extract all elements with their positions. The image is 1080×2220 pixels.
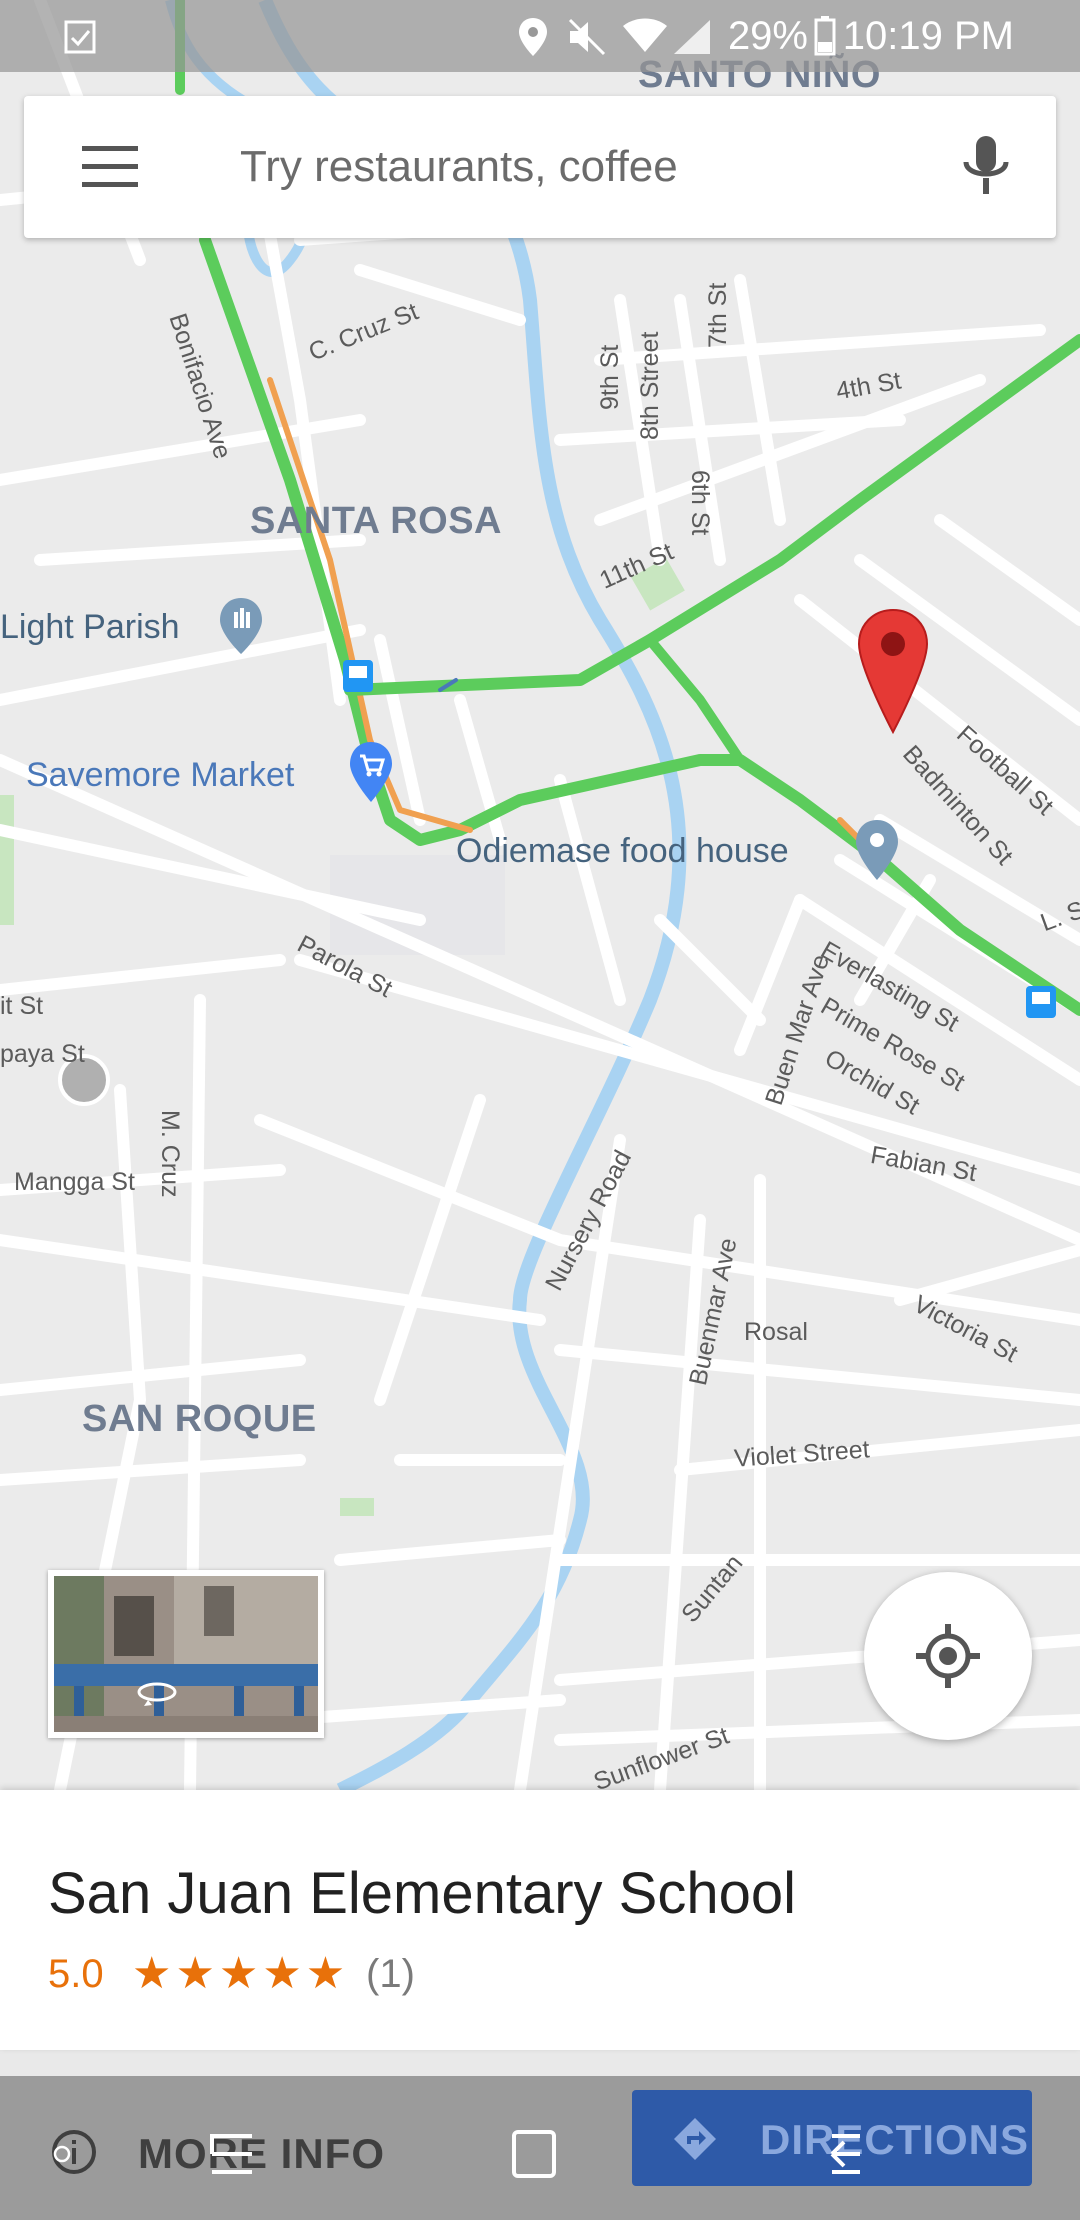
back-icon[interactable] bbox=[814, 2128, 866, 2180]
mute-icon bbox=[568, 18, 606, 56]
more-info-button[interactable]: MORE INFO bbox=[138, 2130, 385, 2178]
place-card[interactable]: San Juan Elementary School 5.0 ★★★★★ (1) bbox=[0, 1790, 1080, 2050]
poi-label-parish[interactable]: Light Parish bbox=[0, 608, 180, 647]
directions-label: DIRECTIONS bbox=[760, 2116, 1030, 2163]
church-pin-icon[interactable] bbox=[216, 596, 266, 656]
recent-apps-icon[interactable] bbox=[208, 2132, 256, 2176]
street-label: 7th St bbox=[704, 282, 732, 348]
street-label: 8th Street bbox=[636, 331, 664, 440]
location-icon bbox=[519, 18, 547, 56]
battery-percentage: 29% bbox=[727, 14, 808, 58]
review-count[interactable]: (1) bbox=[366, 1952, 415, 1997]
street-view-thumbnail[interactable] bbox=[48, 1570, 324, 1738]
poi-label-odiemase[interactable]: Odiemase food house bbox=[456, 832, 789, 871]
action-bar: MORE INFO DIRECTIONS bbox=[0, 2076, 1080, 2220]
hamburger-menu-icon[interactable] bbox=[80, 142, 140, 192]
street-label: paya St bbox=[0, 1040, 85, 1068]
street-label: 9th St bbox=[596, 344, 624, 410]
clipboard-check-icon bbox=[64, 20, 96, 54]
place-pin-icon[interactable] bbox=[852, 818, 902, 882]
street-view-photo bbox=[54, 1576, 318, 1732]
street-label: it St bbox=[0, 992, 44, 1020]
signal-icon bbox=[674, 20, 710, 54]
nav-dot-icon bbox=[53, 2145, 71, 2163]
360-view-icon bbox=[137, 1682, 177, 1706]
search-input[interactable]: Try restaurants, coffee bbox=[240, 142, 678, 192]
wifi-icon bbox=[623, 18, 667, 52]
map-canvas bbox=[0, 0, 1080, 1790]
home-icon[interactable] bbox=[510, 2128, 558, 2180]
place-title: San Juan Elementary School bbox=[48, 1861, 796, 1926]
battery-icon bbox=[814, 16, 836, 56]
rating-value: 5.0 bbox=[48, 1952, 104, 1996]
crosshair-location-icon bbox=[916, 1624, 980, 1688]
directions-icon bbox=[674, 2118, 716, 2160]
area-label-santa-rosa: SANTA ROSA bbox=[250, 500, 502, 542]
street-label: 6th St bbox=[686, 470, 714, 536]
rating-stars: ★★★★★ bbox=[132, 1949, 350, 1998]
my-location-button[interactable] bbox=[864, 1572, 1032, 1740]
shopping-cart-pin-icon[interactable] bbox=[346, 740, 396, 804]
selected-location-pin-icon[interactable] bbox=[856, 608, 930, 734]
street-label: Mangga St bbox=[14, 1168, 135, 1196]
street-label: M. Cruz bbox=[156, 1110, 184, 1198]
poi-label-savemore[interactable]: Savemore Market bbox=[26, 756, 294, 795]
street-label: Rosal bbox=[744, 1318, 808, 1346]
area-label-san-roque: SAN ROQUE bbox=[82, 1398, 317, 1440]
map-view[interactable]: SANTO NIÑO SANTA ROSA SAN ROQUE C. Cruz … bbox=[0, 0, 1080, 1790]
search-bar[interactable]: Try restaurants, coffee bbox=[24, 96, 1056, 238]
clock: 10:19 PM bbox=[842, 14, 1014, 58]
status-bar: 29% 10:19 PM bbox=[0, 0, 1080, 72]
microphone-icon[interactable] bbox=[956, 132, 1016, 202]
